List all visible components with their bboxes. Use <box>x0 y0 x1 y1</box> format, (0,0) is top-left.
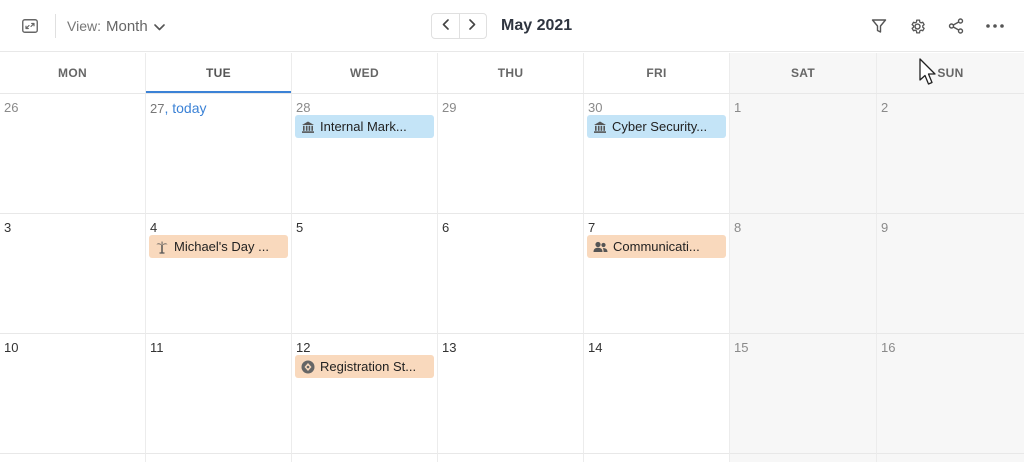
view-selected-value: Month <box>106 17 148 35</box>
day-cell[interactable] <box>876 454 1024 462</box>
event-title: Cyber Security... <box>612 119 708 134</box>
day-number: 10 <box>4 340 19 355</box>
event-title: Registration St... <box>320 359 417 374</box>
day-number: 11 <box>150 340 164 355</box>
day-cell[interactable]: 4 Michael's Day ... <box>145 214 291 334</box>
day-number: 2 <box>881 100 889 115</box>
calendar-event[interactable]: Cyber Security... <box>587 115 726 138</box>
day-cell[interactable]: 3 <box>0 214 145 334</box>
filter-icon[interactable] <box>868 15 890 37</box>
weekday-wed: WED <box>291 53 437 93</box>
day-cell[interactable] <box>729 454 876 462</box>
weekday-sun: SUN <box>876 53 1024 93</box>
people-icon <box>593 240 608 254</box>
day-number: 16 <box>881 340 896 355</box>
bank-icon <box>593 120 607 134</box>
day-cell[interactable]: 28 Internal Mark... <box>291 94 437 214</box>
day-number: 7 <box>588 220 596 235</box>
day-cell[interactable] <box>583 454 729 462</box>
palm-tree-icon <box>155 240 169 254</box>
day-cell[interactable]: 11 <box>145 334 291 454</box>
day-cell[interactable]: 29 <box>437 94 583 214</box>
day-cell[interactable]: 6 <box>437 214 583 334</box>
today-label: , today <box>164 100 207 116</box>
day-cell[interactable]: 30 Cyber Security... <box>583 94 729 214</box>
day-cell[interactable]: 5 <box>291 214 437 334</box>
day-number: 5 <box>296 220 304 235</box>
day-number: 30 <box>588 100 603 115</box>
chevron-left-icon <box>442 17 449 35</box>
expand-icon[interactable] <box>19 15 41 37</box>
day-cell[interactable]: 26 <box>0 94 145 214</box>
day-cell[interactable]: 2 <box>876 94 1024 214</box>
month-title: May 2021 <box>501 17 573 34</box>
day-number: 9 <box>881 220 889 235</box>
event-title: Communicati... <box>613 239 700 254</box>
day-cell[interactable]: 16 <box>876 334 1024 454</box>
share-icon[interactable] <box>945 15 967 37</box>
calendar-event[interactable]: Registration St... <box>295 355 434 378</box>
weekday-tue: TUE <box>145 53 291 93</box>
month-navigation <box>431 13 487 39</box>
day-cell[interactable] <box>0 454 145 462</box>
view-selector[interactable]: Month <box>106 15 165 37</box>
day-number: 28 <box>296 100 311 115</box>
day-cell[interactable]: 8 <box>729 214 876 334</box>
day-number: 26 <box>4 100 19 115</box>
calendar-event[interactable]: Internal Mark... <box>295 115 434 138</box>
weekday-sat: SAT <box>729 53 876 93</box>
day-number: 13 <box>442 340 457 355</box>
day-number-today: 27, today <box>150 100 207 116</box>
day-cell[interactable] <box>145 454 291 462</box>
toolbar-divider <box>55 14 56 38</box>
day-cell[interactable]: 9 <box>876 214 1024 334</box>
day-cell[interactable] <box>291 454 437 462</box>
day-number: 12 <box>296 340 311 355</box>
weekday-thu: THU <box>437 53 583 93</box>
day-number: 4 <box>150 220 158 235</box>
day-number: 15 <box>734 340 749 355</box>
day-cell[interactable]: 14 <box>583 334 729 454</box>
day-number: 8 <box>734 220 742 235</box>
day-number: 6 <box>442 220 450 235</box>
day-cell[interactable]: 15 <box>729 334 876 454</box>
next-month-button[interactable] <box>458 14 487 38</box>
month-grid: 26 27, today 28 Internal Mark... 29 30 C… <box>0 94 1024 462</box>
day-number: 29 <box>442 100 457 115</box>
weekday-fri: FRI <box>583 53 729 93</box>
day-number: 3 <box>4 220 12 235</box>
day-cell[interactable] <box>437 454 583 462</box>
calendar-event[interactable]: Michael's Day ... <box>149 235 288 258</box>
more-options-icon[interactable] <box>984 15 1006 37</box>
day-cell[interactable]: 10 <box>0 334 145 454</box>
day-cell[interactable]: 7 Communicati... <box>583 214 729 334</box>
day-cell[interactable]: 13 <box>437 334 583 454</box>
milestone-icon <box>301 360 315 374</box>
previous-month-button[interactable] <box>432 14 459 38</box>
day-number: 1 <box>734 100 742 115</box>
day-cell-today[interactable]: 27, today <box>145 94 291 214</box>
chevron-down-icon <box>153 18 165 35</box>
day-cell[interactable]: 1 <box>729 94 876 214</box>
weekday-mon: MON <box>58 66 87 80</box>
weekday-header: MON TUE WED THU FRI SAT SUN <box>0 53 1024 94</box>
chevron-right-icon <box>469 17 476 35</box>
event-title: Internal Mark... <box>320 119 407 134</box>
view-label: View: <box>67 18 101 34</box>
day-number: 14 <box>588 340 603 355</box>
gear-icon[interactable] <box>906 15 928 37</box>
bank-icon <box>301 120 315 134</box>
day-cell[interactable]: 12 Registration St... <box>291 334 437 454</box>
calendar-toolbar: View: Month May 2021 <box>0 0 1024 52</box>
calendar-event[interactable]: Communicati... <box>587 235 726 258</box>
event-title: Michael's Day ... <box>174 239 269 254</box>
